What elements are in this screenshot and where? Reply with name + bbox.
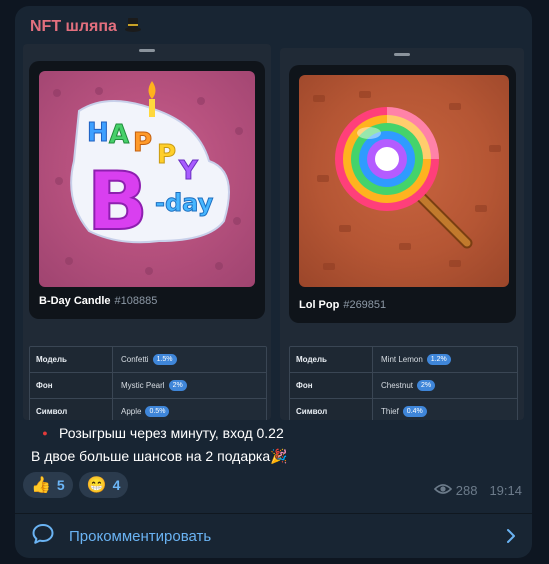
rarity-badge: 2% — [168, 380, 187, 391]
eye-icon — [433, 483, 452, 498]
message-line-1: ● Розыгрыш через минуту, вход 0.22 — [31, 422, 288, 445]
lol-pop-artwork — [299, 75, 509, 287]
party-popper-icon: 🎉 — [270, 448, 288, 464]
nft-name: Lol Pop — [299, 299, 340, 311]
top-hat-icon — [125, 18, 142, 37]
drag-handle — [139, 49, 155, 52]
svg-text:P: P — [133, 128, 152, 158]
message-line-2-text: В двое больше шансов на 2 подарка — [31, 448, 271, 464]
attribute-row-symbol: Символ Thief 0.4% — [290, 398, 517, 420]
svg-text:B: B — [87, 155, 148, 248]
thumbs-up-icon: 👍 — [31, 477, 51, 494]
nft-name: B-Day Candle — [39, 295, 111, 307]
attribute-value-cell: Confetti 1.5% — [113, 347, 266, 372]
rarity-badge: 0.4% — [402, 406, 427, 417]
red-dot-icon: ● — [42, 428, 48, 438]
comment-bubble-icon — [31, 522, 55, 551]
view-count: 288 — [455, 483, 478, 498]
nft-preview[interactable]: Lol Pop #269851 — [289, 65, 516, 323]
reaction-grin[interactable]: 😁 4 — [78, 472, 129, 498]
nft-attributes-table: Модель Confetti 1.5% Фон Mystic Pearl 2% — [29, 346, 267, 420]
svg-text:P: P — [157, 140, 176, 170]
svg-text:-day: -day — [155, 189, 214, 217]
attribute-value: Apple — [121, 407, 142, 416]
attribute-value: Mint Lemon — [381, 355, 423, 364]
channel-name-text: NFT шляпа — [30, 18, 117, 35]
message-line-2: В двое больше шансов на 2 подарка🎉 — [31, 445, 288, 468]
nft-gallery[interactable]: H A P P Y B -day B-Day Candle #108885 Мо… — [23, 44, 524, 420]
attribute-value-cell: Apple 0.5% — [113, 399, 266, 420]
attribute-value-cell: Mystic Pearl 2% — [113, 373, 266, 398]
message-line-1-text: Розыгрыш через минуту, вход 0.22 — [59, 425, 284, 441]
svg-text:A: A — [109, 120, 129, 150]
reaction-count: 5 — [56, 477, 65, 493]
bday-candle-artwork: H A P P Y B -day — [39, 71, 255, 287]
channel-name[interactable]: NFT шляпа — [30, 18, 142, 37]
channel-post: NFT шляпа H A P P Y B -day B-Day Candle … — [15, 6, 532, 558]
rarity-badge: 0.5% — [145, 406, 170, 417]
nft-title: B-Day Candle #108885 — [39, 295, 157, 307]
attribute-row-model: Модель Confetti 1.5% — [30, 347, 266, 372]
rarity-badge: 1.5% — [152, 354, 177, 365]
message-time: 19:14 — [489, 483, 522, 498]
nft-number: #269851 — [343, 299, 387, 311]
attribute-value-cell: Mint Lemon 1.2% — [373, 347, 517, 372]
attribute-value: Chestnut — [381, 381, 414, 390]
attribute-label: Фон — [30, 373, 113, 398]
attribute-row-background: Фон Chestnut 2% — [290, 372, 517, 398]
message-meta: 288 19:14 — [433, 483, 522, 498]
reaction-count: 4 — [112, 477, 121, 493]
attribute-label: Модель — [290, 347, 373, 372]
attribute-row-background: Фон Mystic Pearl 2% — [30, 372, 266, 398]
chat-background: NFT шляпа H A P P Y B -day B-Day Candle … — [0, 0, 549, 564]
attribute-row-symbol: Символ Apple 0.5% — [30, 398, 266, 420]
attribute-value: Mystic Pearl — [121, 381, 165, 390]
attribute-label: Символ — [30, 399, 113, 420]
attribute-row-model: Модель Mint Lemon 1.2% — [290, 347, 517, 372]
drag-handle — [394, 53, 410, 56]
attribute-value: Confetti — [121, 355, 149, 364]
nft-title: Lol Pop #269851 — [299, 299, 386, 311]
comment-label: Прокомментировать — [69, 527, 212, 545]
svg-text:Y: Y — [178, 156, 199, 186]
attribute-label: Модель — [30, 347, 113, 372]
attribute-value-cell: Thief 0.4% — [373, 399, 517, 420]
attribute-value-cell: Chestnut 2% — [373, 373, 517, 398]
nft-card-bday-candle[interactable]: H A P P Y B -day B-Day Candle #108885 Мо… — [23, 44, 271, 420]
svg-text:H: H — [87, 118, 109, 148]
nft-attributes-table: Модель Mint Lemon 1.2% Фон Chestnut 2% С… — [289, 346, 518, 420]
attribute-label: Фон — [290, 373, 373, 398]
attribute-value: Thief — [381, 407, 399, 416]
reactions-bar: 👍 5 😁 4 — [23, 472, 129, 498]
chevron-right-icon — [506, 528, 516, 549]
rarity-badge: 2% — [417, 380, 436, 391]
message-text: ● Розыгрыш через минуту, вход 0.22 В двое… — [31, 422, 288, 468]
nft-card-lol-pop[interactable]: Lol Pop #269851 Модель Mint Lemon 1.2% Фо… — [280, 48, 524, 420]
attribute-label: Символ — [290, 399, 373, 420]
nft-number: #108885 — [114, 295, 158, 307]
grinning-face-icon: 😁 — [86, 477, 107, 494]
nft-preview[interactable]: H A P P Y B -day B-Day Candle #108885 — [29, 61, 265, 319]
comment-button[interactable]: Прокомментировать — [15, 514, 532, 558]
rarity-badge: 1.2% — [426, 354, 451, 365]
reaction-thumbs-up[interactable]: 👍 5 — [23, 472, 73, 498]
